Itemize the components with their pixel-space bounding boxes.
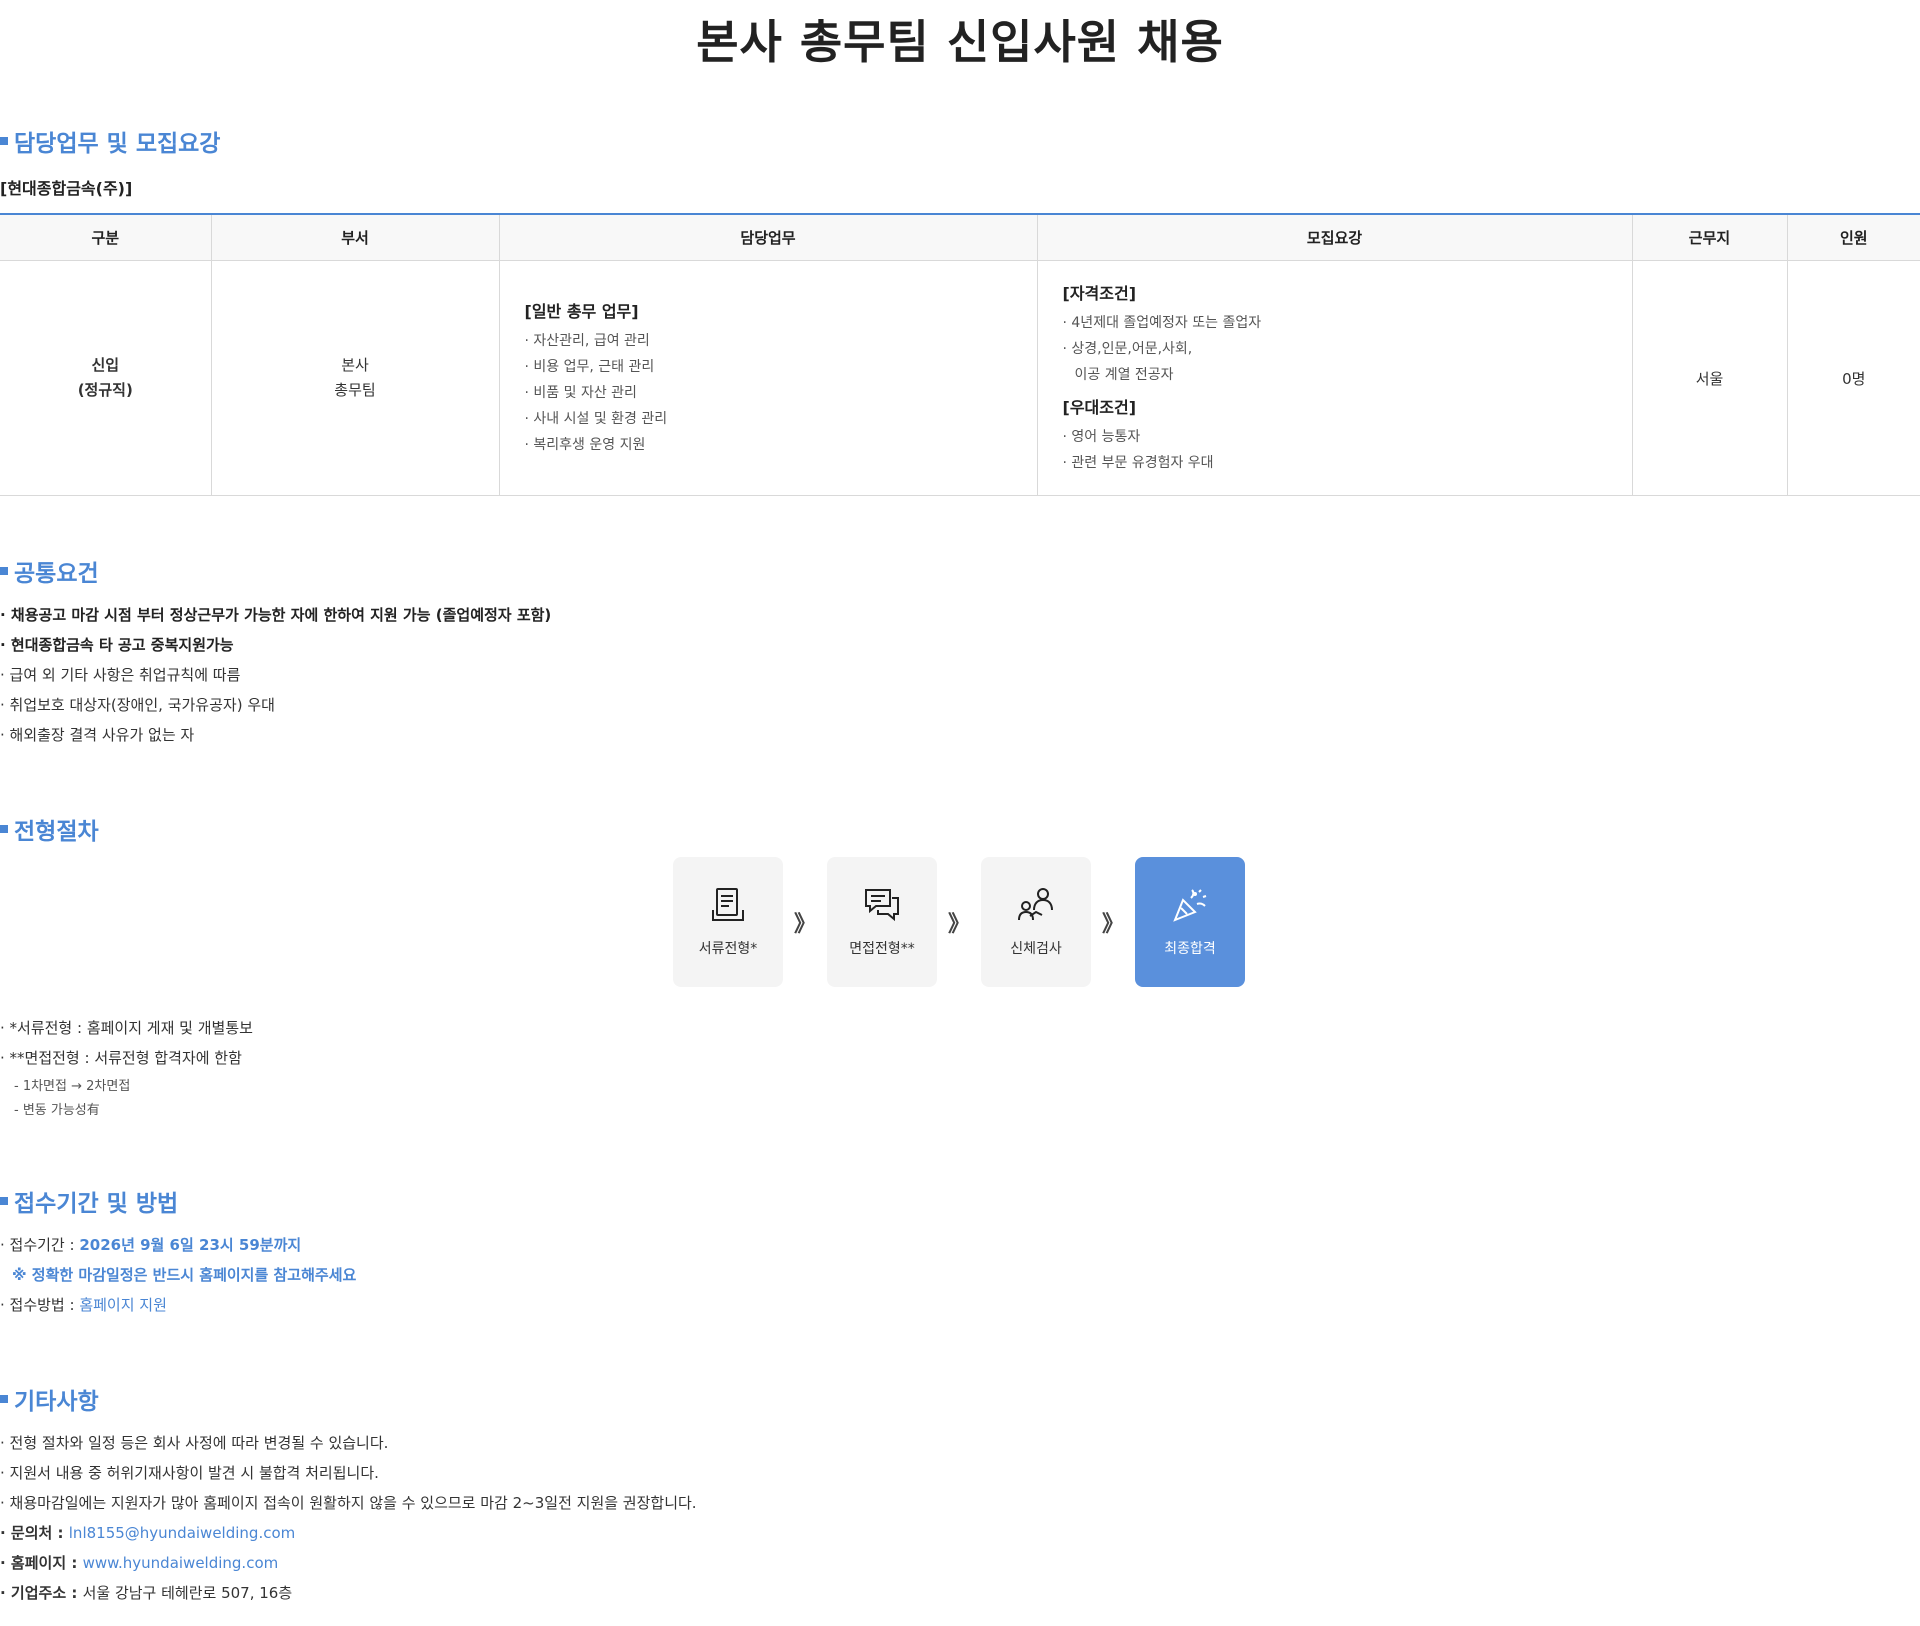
table-header-row: 구분 부서 담당업무 모집요강 근무지 인원 xyxy=(0,213,1920,261)
common-item: · 해외출장 결격 사유가 없는 자 xyxy=(0,726,195,744)
homepage-line: · 홈페이지 : www.hyundaiwelding.com xyxy=(0,1552,278,1573)
table-row: 신입 (정규직) 본사 총무팀 [일반 총무 업무] · 자산관리, 급여 관리… xyxy=(0,260,1920,496)
preference-item: · 영어 능통자 xyxy=(1062,429,1141,445)
step-label: 서류전형* xyxy=(698,941,758,957)
common-item: · 취업보호 대상자(장애인, 국가유공자) 우대 xyxy=(0,696,275,714)
company-name: [현대종합금속(주)] xyxy=(0,179,133,198)
address-label: · 기업주소 : xyxy=(0,1584,83,1602)
period-label: · 접수기간 : xyxy=(0,1236,80,1254)
other-item: · 채용마감일에는 지원자가 많아 홈페이지 접속이 원활하지 않을 수 있으므… xyxy=(0,1494,697,1512)
section-heading-text: 담당업무 및 모집요강 xyxy=(14,131,221,157)
section-heading-text: 기타사항 xyxy=(14,1389,99,1415)
duty-item: · 비용 업무, 근태 관리 xyxy=(524,359,655,375)
category-cell: 신입 (정규직) xyxy=(0,260,211,496)
method-label: · 접수방법 : xyxy=(0,1296,80,1314)
process-subnote: - 1차면접 → 2차면접 xyxy=(14,1079,131,1094)
column-header: 담당업무 xyxy=(498,213,1037,261)
preferences-title: [우대조건] xyxy=(1062,398,1137,417)
step-arrow-icon: 》 xyxy=(947,912,970,937)
section-heading-other: 기타사항 xyxy=(0,1382,99,1416)
other-item: · 전형 절차와 일정 등은 회사 사정에 따라 변경될 수 있습니다. xyxy=(0,1434,389,1452)
qualification-item: · 4년제대 졸업예정자 또는 졸업자 xyxy=(1062,315,1262,331)
recruitment-table: 구분 부서 담당업무 모집요강 근무지 인원 신입 (정규직) 본사 총무팀 [… xyxy=(0,213,1920,496)
preference-item: · 관련 부문 유경험자 우대 xyxy=(1062,455,1214,471)
requirements-cell: [자격조건] · 4년제대 졸업예정자 또는 졸업자 · 상경,인문,어문,사회… xyxy=(1036,260,1632,496)
qualifications-title: [자격조건] xyxy=(1062,284,1137,303)
homepage-link[interactable]: www.hyundaiwelding.com xyxy=(83,1554,279,1572)
deadline-notice: ※ 정확한 마감일정은 반드시 홈페이지를 참고해주세요 xyxy=(12,1266,357,1284)
application-method: · 접수방법 : 홈페이지 지원 xyxy=(0,1294,167,1315)
square-bullet-icon xyxy=(0,567,8,575)
method-value: 홈페이지 지원 xyxy=(79,1296,167,1314)
column-header: 모집요강 xyxy=(1036,213,1632,261)
address-line: · 기업주소 : 서울 강남구 테헤란로 507, 16층 xyxy=(0,1582,292,1603)
square-bullet-icon xyxy=(0,1197,8,1205)
step-arrow-icon: 》 xyxy=(793,912,816,937)
page-title: 본사 총무팀 신입사원 채용 xyxy=(696,15,1224,69)
square-bullet-icon xyxy=(0,1395,8,1403)
common-item: · 급여 외 기타 사항은 취업규칙에 따름 xyxy=(0,666,241,684)
document-icon xyxy=(710,886,746,928)
duties-cell: [일반 총무 업무] · 자산관리, 급여 관리 · 비용 업무, 근태 관리 … xyxy=(498,260,1037,496)
step-final-pass: 최종합격 xyxy=(1135,857,1245,987)
period-value: 2026년 9월 6일 23시 59분까지 xyxy=(79,1236,302,1254)
column-header: 근무지 xyxy=(1631,213,1787,261)
chat-bubbles-icon xyxy=(863,886,901,928)
qualification-item: 이공 계열 전공자 xyxy=(1074,367,1174,383)
step-medical-check: 신체검사 xyxy=(981,857,1091,987)
common-item: · 채용공고 마감 시점 부터 정상근무가 가능한 자에 한하여 지원 가능 (… xyxy=(0,606,552,624)
address-value: 서울 강남구 테헤란로 507, 16층 xyxy=(82,1584,293,1602)
section-heading-process: 전형절차 xyxy=(0,812,99,846)
process-note: · **면접전형 : 서류전형 합격자에 한함 xyxy=(0,1049,242,1067)
column-header: 인원 xyxy=(1786,213,1920,261)
column-header: 구분 xyxy=(0,213,211,261)
duty-item: · 자산관리, 급여 관리 xyxy=(524,333,650,349)
step-document-screening: 서류전형* xyxy=(673,857,783,987)
step-arrow-icon: 》 xyxy=(1101,912,1124,937)
other-item: · 지원서 내용 중 허위기재사항이 발견 시 불합격 처리됩니다. xyxy=(0,1464,379,1482)
contact-line: · 문의처 : lnl8155@hyundaiwelding.com xyxy=(0,1522,295,1543)
step-interview: 면접전형** xyxy=(827,857,937,987)
section-heading-text: 접수기간 및 방법 xyxy=(14,1191,179,1217)
category-line: (정규직) xyxy=(77,381,133,399)
process-steps: 서류전형* 》 면접전형** 》 신체검사 》 최종합격 xyxy=(673,857,1245,987)
step-label: 신체검사 xyxy=(1010,941,1062,957)
category-line: 신입 xyxy=(91,356,120,374)
section-heading-text: 공통요건 xyxy=(14,561,99,587)
people-icon xyxy=(1016,886,1056,928)
homepage-label: · 홈페이지 : xyxy=(0,1554,83,1572)
department-cell: 본사 총무팀 xyxy=(210,260,499,496)
section-heading-application: 접수기간 및 방법 xyxy=(0,1184,178,1218)
department-line: 본사 xyxy=(341,356,369,374)
step-label: 최종합격 xyxy=(1164,941,1216,957)
square-bullet-icon xyxy=(0,825,8,833)
duties-title: [일반 총무 업무] xyxy=(524,302,639,321)
column-header: 부서 xyxy=(210,213,499,261)
section-heading-text: 전형절차 xyxy=(14,819,99,845)
duty-item: · 사내 시설 및 환경 관리 xyxy=(524,411,668,427)
step-label: 면접전형** xyxy=(849,941,915,957)
job-posting-page: 본사 총무팀 신입사원 채용 담당업무 및 모집요강 [현대종합금속(주)] 구… xyxy=(0,0,1920,1626)
square-bullet-icon xyxy=(0,137,8,145)
process-note: · *서류전형 : 홈페이지 게재 및 개별통보 xyxy=(0,1019,253,1037)
location-cell: 서울 xyxy=(1631,260,1787,496)
department-line: 총무팀 xyxy=(334,381,376,399)
section-heading-duties: 담당업무 및 모집요강 xyxy=(0,124,220,158)
headcount-cell: 0명 xyxy=(1786,260,1920,496)
qualification-item: · 상경,인문,어문,사회, xyxy=(1062,341,1193,357)
contact-email-link[interactable]: lnl8155@hyundaiwelding.com xyxy=(69,1524,295,1542)
duty-item: · 복리후생 운영 지원 xyxy=(524,437,646,453)
application-period: · 접수기간 : 2026년 9월 6일 23시 59분까지 xyxy=(0,1234,301,1255)
process-subnote: - 변동 가능성有 xyxy=(14,1103,100,1118)
common-item: · 현대종합금속 타 공고 중복지원가능 xyxy=(0,636,234,654)
party-popper-icon xyxy=(1171,886,1209,928)
section-heading-common: 공통요건 xyxy=(0,554,99,588)
duty-item: · 비품 및 자산 관리 xyxy=(524,385,637,401)
contact-label: · 문의처 : xyxy=(0,1524,69,1542)
